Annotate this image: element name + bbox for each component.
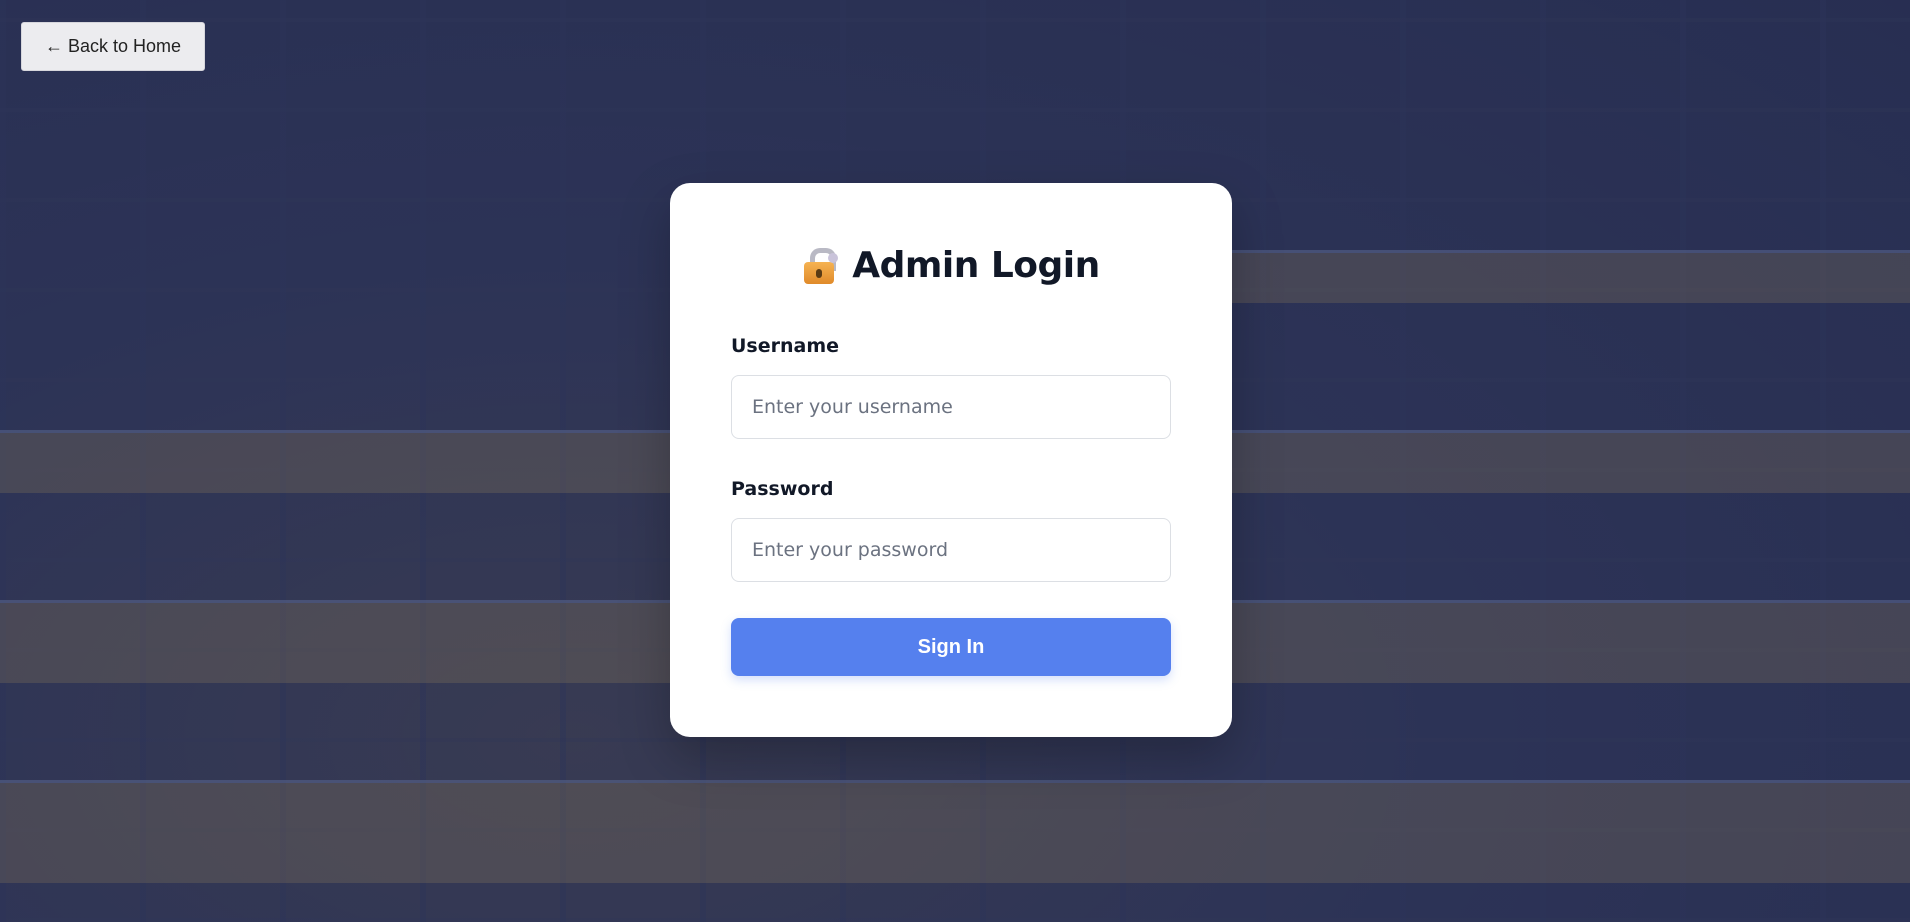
password-label: Password <box>731 478 834 500</box>
login-card: Admin Login Username Password Sign In <box>670 183 1232 737</box>
password-input[interactable] <box>731 518 1171 582</box>
page-title: Admin Login <box>852 245 1100 286</box>
username-input[interactable] <box>731 375 1171 439</box>
lock-with-key-icon <box>802 247 839 285</box>
login-header: Admin Login <box>670 245 1232 286</box>
back-to-home-button[interactable]: ← Back to Home <box>21 22 205 71</box>
username-label: Username <box>731 335 840 357</box>
sign-in-button[interactable]: Sign In <box>731 618 1171 676</box>
